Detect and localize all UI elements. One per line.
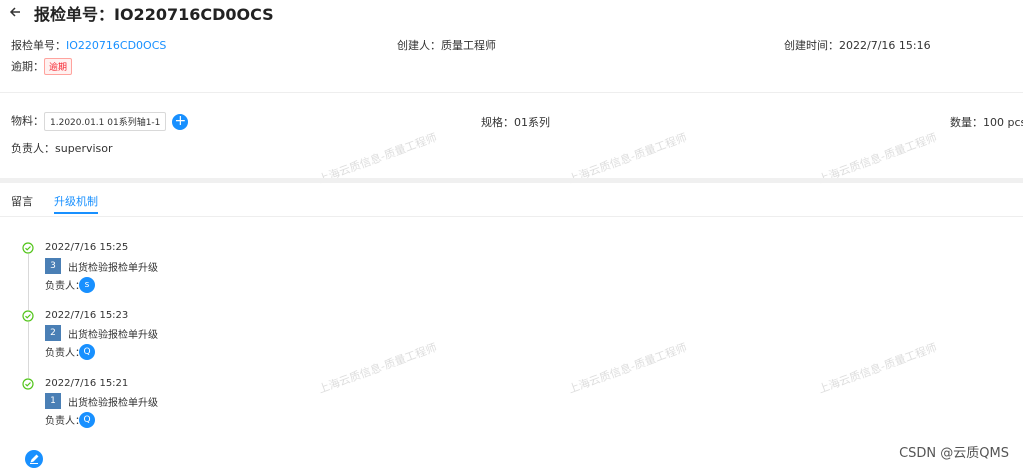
- spec-label: 规格：: [481, 116, 514, 129]
- created-time-field: 创建时间：2022/7/16 15:16: [784, 37, 931, 53]
- watermark: 上海云质信息-质量工程师: [816, 340, 939, 396]
- material-field: 物料： 1.2020.01.1 01系列轴1-1 +: [11, 112, 189, 131]
- page-title: 报检单号：IO220716CD0OCS: [34, 5, 274, 24]
- arrow-left-icon[interactable]: [9, 3, 21, 22]
- material-select[interactable]: 1.2020.01.1 01系列轴1-1: [44, 112, 167, 131]
- spec-field: 规格：01系列: [481, 114, 550, 130]
- footer-watermark: CSDN @云质QMS: [899, 446, 1009, 461]
- avatar[interactable]: s: [79, 277, 95, 293]
- timeline-connector: [28, 322, 29, 378]
- timeline-time: 2022/7/16 15:25: [45, 242, 129, 253]
- add-material-button[interactable]: +: [172, 112, 189, 130]
- avatar[interactable]: Q: [79, 344, 95, 360]
- page-header: 报检单号：IO220716CD0OCS: [0, 0, 1023, 28]
- check-circle-icon: [22, 378, 34, 390]
- watermark: 上海云质信息-质量工程师: [316, 340, 439, 396]
- timeline-time: 2022/7/16 15:21: [45, 378, 129, 389]
- section-divider: [0, 178, 1023, 183]
- material-label: 物料：: [11, 114, 44, 128]
- tab-messages[interactable]: 留言: [11, 193, 33, 209]
- timeline-connector: [28, 254, 29, 310]
- overdue-label: 逾期：: [11, 60, 44, 73]
- inspection-no-value[interactable]: IO220716CD0OCS: [66, 39, 166, 52]
- overdue-badge: 逾期: [44, 58, 73, 75]
- inspection-no-field: 报检单号：IO220716CD0OCS: [11, 37, 166, 53]
- escalation-level-badge: 3: [45, 258, 61, 274]
- timeline-title: 出货检验报检单升级: [68, 398, 158, 409]
- creator-field: 创建人：质量工程师: [397, 37, 496, 53]
- timeline-time: 2022/7/16 15:23: [45, 310, 129, 321]
- creator-value: 质量工程师: [441, 39, 496, 52]
- check-circle-icon: [22, 310, 34, 322]
- timeline-title: 出货检验报检单升级: [68, 263, 158, 274]
- tab-divider: [0, 216, 1023, 217]
- active-tab-indicator: [54, 212, 98, 214]
- created-time-label: 创建时间：: [784, 39, 839, 52]
- tab-escalation[interactable]: 升级机制: [54, 193, 98, 209]
- check-circle-icon: [22, 242, 34, 254]
- inspection-detail-page: 上海云质信息-质量工程师 上海云质信息-质量工程师 上海云质信息-质量工程师 上…: [0, 0, 1023, 468]
- owner-value: supervisor: [55, 142, 113, 155]
- plus-icon: +: [174, 112, 187, 129]
- qty-field: 数量：100 pcs: [950, 114, 1023, 130]
- overdue-field: 逾期： 逾期: [11, 58, 73, 75]
- watermark: 上海云质信息-质量工程师: [566, 340, 689, 396]
- owner-label: 负责人：: [11, 142, 55, 155]
- material-owner-field: 负责人：supervisor: [11, 140, 113, 156]
- timeline-title: 出货检验报检单升级: [68, 330, 158, 341]
- created-time-value: 2022/7/16 15:16: [839, 39, 931, 52]
- creator-label: 创建人：: [397, 39, 441, 52]
- pencil-icon: [30, 454, 39, 464]
- section-divider: [0, 92, 1023, 93]
- escalation-level-badge: 1: [45, 393, 61, 409]
- spec-value: 01系列: [514, 116, 550, 129]
- edit-button[interactable]: [25, 450, 43, 468]
- qty-value: 100 pcs: [983, 116, 1023, 129]
- qty-label: 数量：: [950, 116, 983, 129]
- avatar[interactable]: Q: [79, 412, 95, 428]
- inspection-no-label: 报检单号：: [11, 39, 66, 52]
- escalation-level-badge: 2: [45, 325, 61, 341]
